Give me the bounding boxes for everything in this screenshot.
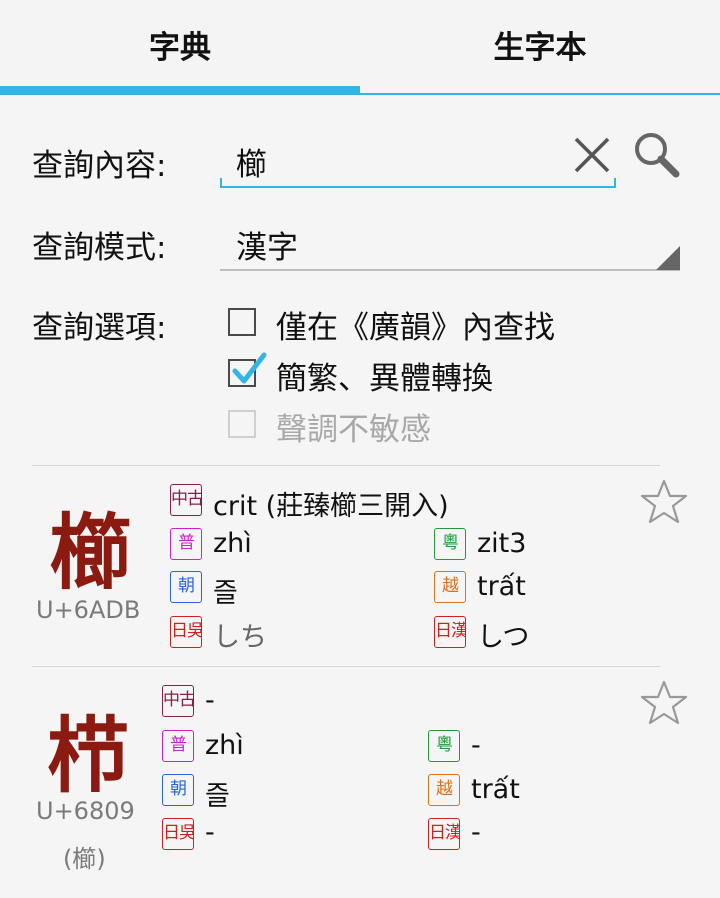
query-input-underline-left (220, 178, 222, 188)
query-input[interactable] (220, 136, 576, 186)
japanese-kan-on-badge: 日漢 (428, 818, 460, 850)
middle-chinese-reading: crit (莊臻櫛三開入) (213, 491, 449, 522)
option-label: 簡繁、異體轉換 (276, 361, 493, 397)
cantonese-reading: - (471, 730, 481, 761)
checkbox[interactable] (228, 308, 256, 336)
middle-chinese-badge: 中古 (170, 484, 202, 516)
cantonese-badge: 粵 (434, 528, 466, 560)
mandarin-reading: zhì (205, 730, 244, 761)
mode-label: 查詢模式: (32, 230, 167, 266)
entry-variant: (櫛) (63, 845, 106, 873)
tab-bar: 字典 生字本 (0, 0, 720, 96)
korean-reading: 즐 (213, 578, 238, 609)
vietnamese-reading: trất (477, 571, 526, 602)
japanese-go-on-reading: - (205, 817, 215, 848)
star-icon[interactable] (640, 679, 688, 731)
japanese-kan-on-reading: - (471, 817, 481, 848)
tab-selected-indicator (0, 86, 360, 95)
mandarin-badge: 普 (162, 730, 194, 762)
option-label: 僅在《廣韻》內查找 (276, 310, 555, 346)
clear-icon[interactable] (570, 133, 614, 177)
tab-vocabulary-book[interactable]: 生字本 (360, 0, 720, 92)
cantonese-badge: 粵 (428, 730, 460, 762)
mandarin-badge: 普 (170, 528, 202, 560)
korean-badge: 朝 (170, 571, 202, 603)
mode-select[interactable]: 漢字 (236, 222, 298, 267)
query-label: 查詢內容: (32, 148, 167, 184)
checkbox-disabled (228, 410, 256, 438)
result-entry[interactable]: 栉 U+6809 (櫛) 中古 - 普 zhì 粵 - 朝 즐 越 trất 日… (0, 667, 720, 898)
vietnamese-badge: 越 (428, 774, 460, 806)
cantonese-reading: zit3 (477, 528, 527, 559)
entry-codepoint: U+6809 (36, 797, 135, 825)
dropdown-triangle-icon[interactable] (656, 246, 680, 270)
korean-reading: 즐 (205, 781, 230, 812)
options-label: 查詢選項: (32, 310, 167, 346)
query-input-underline (220, 186, 616, 188)
japanese-go-on-badge: 日吳 (170, 616, 202, 648)
mandarin-reading: zhì (213, 528, 252, 559)
entry-character: 櫛 (50, 506, 133, 601)
vietnamese-reading: trất (471, 774, 520, 805)
check-icon (232, 352, 267, 384)
entry-codepoint: U+6ADB (36, 596, 141, 624)
result-entry[interactable]: 櫛 U+6ADB 中古 crit (莊臻櫛三開入) 普 zhì 粵 zit3 朝… (0, 466, 720, 666)
tab-dictionary[interactable]: 字典 (0, 0, 360, 92)
japanese-kan-on-reading: しつ (477, 622, 530, 653)
search-icon[interactable] (630, 128, 682, 180)
japanese-go-on-badge: 日吳 (162, 818, 194, 850)
middle-chinese-badge: 中古 (162, 685, 194, 717)
star-icon[interactable] (640, 478, 688, 530)
query-input-underline-right (614, 178, 616, 188)
middle-chinese-reading: - (205, 685, 215, 716)
japanese-go-on-reading: しち (213, 622, 267, 653)
option-label: 聲調不敏感 (276, 412, 431, 448)
japanese-kan-on-badge: 日漢 (434, 616, 466, 648)
mode-select-underline (220, 269, 680, 271)
vietnamese-badge: 越 (434, 571, 466, 603)
korean-badge: 朝 (162, 774, 194, 806)
entry-character: 栉 (47, 709, 130, 804)
